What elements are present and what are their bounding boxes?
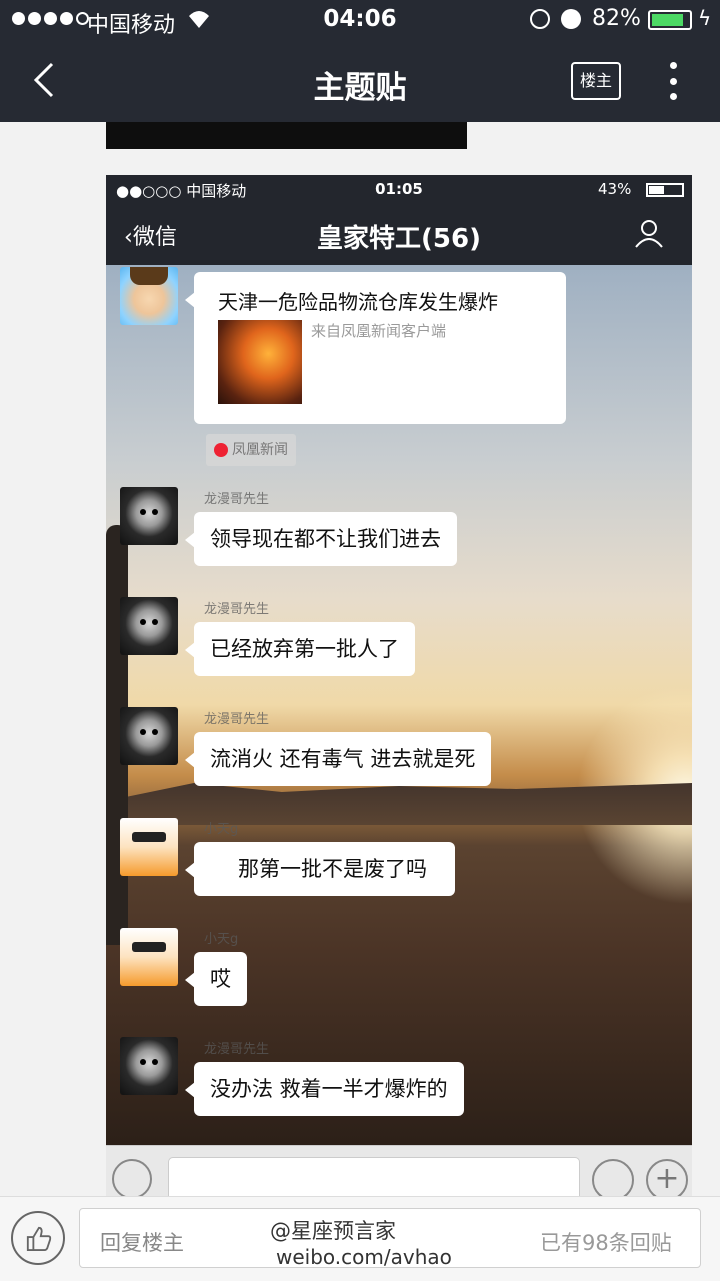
avatar (120, 267, 178, 325)
wechat-header: ●●○○○ 中国移动 01:05 43% ‹微信 皇家特工(56) (106, 175, 692, 265)
card-source: 来自凤凰新闻客户端 (311, 322, 447, 340)
sender-name: 龙漫哥先生 (204, 492, 270, 507)
inner-battery-percent: 43% (598, 180, 632, 198)
plus-icon: + (646, 1159, 688, 1200)
card-thumbnail (218, 320, 302, 404)
nav-bar: 主题贴 楼主 (0, 40, 720, 122)
sender-name: 龙漫哥先生 (204, 602, 270, 617)
app-header: 中国移动 04:06 82% ϟ 主题贴 楼主 (0, 0, 720, 122)
avatar (120, 487, 178, 545)
sender-name: 龙漫哥先生 (204, 1042, 270, 1057)
sender-name: 小天g (204, 822, 239, 837)
avatar (120, 1037, 178, 1095)
message-bubble: 哎 (185, 952, 247, 1006)
reply-placeholder: 回复楼主 (100, 1231, 184, 1255)
reply-bar: 回复楼主 已有98条回贴 @星座预言家 weibo.com/avhao (0, 1196, 720, 1281)
louzhu-button[interactable]: 楼主 (571, 62, 621, 100)
news-link-card: 天津一危险品物流仓库发生爆炸 来自凤凰新闻客户端 (185, 272, 566, 424)
source-tag: 凤凰新闻 (206, 434, 296, 466)
image-top-edge (106, 122, 467, 149)
avatar (120, 928, 178, 986)
chat-input-field (168, 1157, 580, 1200)
rotation-lock-icon (530, 9, 550, 29)
emoji-icon (592, 1159, 634, 1200)
group-title: 皇家特工(56) (317, 224, 481, 254)
avatar (120, 707, 178, 765)
contacts-icon (635, 220, 663, 248)
alarm-icon (561, 9, 581, 29)
inner-battery-icon (646, 183, 684, 197)
watermark-url: weibo.com/avhao (276, 1245, 452, 1269)
card-title: 天津一危险品物流仓库发生爆炸 (218, 290, 498, 314)
battery-percent: 82% (592, 6, 641, 31)
source-tag-label: 凤凰新闻 (232, 442, 288, 458)
avatar (120, 597, 178, 655)
status-bar: 中国移动 04:06 82% ϟ (0, 0, 720, 40)
inner-status-bar: ●●○○○ 中国移动 01:05 43% (106, 175, 692, 203)
avatar (120, 818, 178, 876)
phoenix-news-icon (214, 443, 228, 457)
message-bubble: 那第一批不是废了吗 (185, 842, 455, 896)
message-bubble: 流消火 还有毒气 进去就是死 (184, 732, 492, 786)
voice-icon (112, 1159, 152, 1199)
sender-name: 龙漫哥先生 (204, 712, 270, 727)
watermark-handle: @星座预言家 (270, 1219, 396, 1243)
sender-name: 小天g (204, 932, 239, 947)
message-bubble: 没办法 救着一半才爆炸的 (185, 1062, 464, 1116)
reply-count: 已有98条回贴 (540, 1231, 672, 1255)
charging-icon: ϟ (698, 6, 712, 30)
message-bubble: 领导现在都不让我们进去 (185, 512, 457, 566)
battery-icon (648, 10, 692, 30)
chat-input-bar: + (106, 1145, 692, 1200)
message-bubble: 已经放弃第一批人了 (185, 622, 415, 676)
more-icon[interactable] (670, 62, 678, 100)
chat-screenshot-image: ●●○○○ 中国移动 01:05 43% ‹微信 皇家特工(56) 天津一危险品… (106, 175, 692, 1200)
thumbs-up-icon[interactable] (11, 1211, 65, 1265)
